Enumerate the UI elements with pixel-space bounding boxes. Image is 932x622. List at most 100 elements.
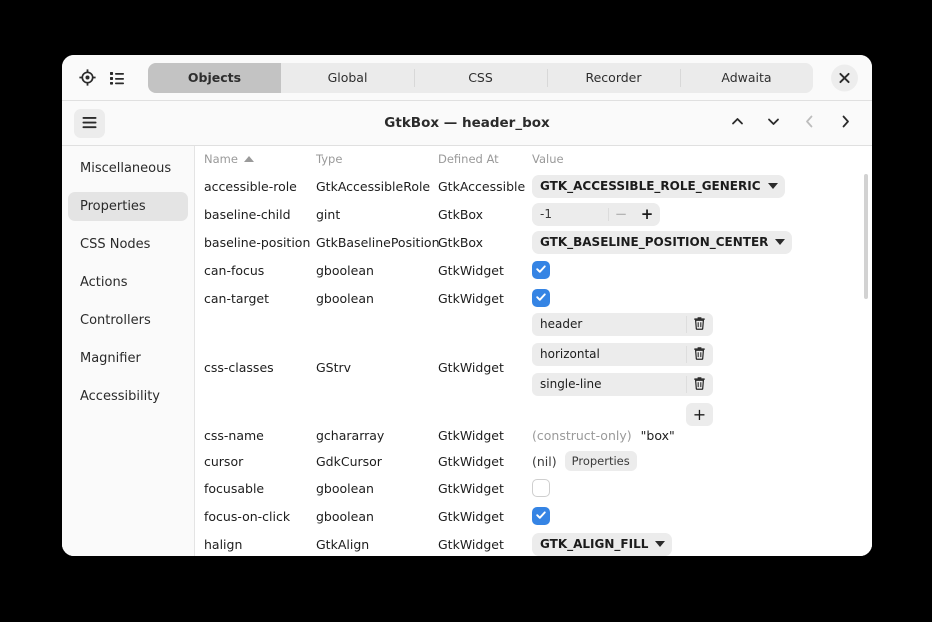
focus-on-click-checkbox[interactable] [532,507,550,525]
table-row[interactable]: css-name gchararray GtkWidget (construct… [195,422,872,448]
property-name: accessible-role [204,179,316,194]
property-defined-at: GtkBox [438,235,532,250]
spinbutton-value[interactable]: -1 [532,207,608,221]
tab-objects[interactable]: Objects [148,63,281,93]
css-class-entry[interactable]: header [532,313,713,336]
sidebar-item-label: Magnifier [80,351,141,366]
plus-icon: + [693,405,706,424]
top-header-bar: Objects Global CSS Recorder Adwaita [62,55,872,101]
column-header-value[interactable]: Value [532,152,872,166]
table-header-row: Name Type Defined At Value [195,146,872,172]
chevron-down-icon [655,541,665,547]
table-row[interactable]: focus-on-click gboolean GtkWidget [195,502,872,530]
css-class-entry[interactable]: single-line [532,373,713,396]
inspector-window: Objects Global CSS Recorder Adwaita [62,55,872,556]
close-icon [839,68,850,87]
vertical-scrollbar[interactable] [864,174,868,554]
sidebar-item-label: Controllers [80,313,151,328]
move-down-button[interactable] [758,108,788,138]
tab-recorder[interactable]: Recorder [547,63,680,93]
property-value: GTK_ALIGN_FILL [532,533,872,556]
property-value: header [532,309,872,426]
tab-adwaita-label: Adwaita [721,70,771,85]
column-header-type[interactable]: Type [316,152,438,166]
go-forward-button[interactable] [830,108,860,138]
sidebar-item-magnifier[interactable]: Magnifier [68,344,188,373]
property-type: GtkBaselinePosition [316,235,438,250]
delete-css-class-button[interactable] [686,373,713,396]
property-name: focusable [204,481,316,496]
sidebar-item-label: Actions [80,275,128,290]
property-type: gint [316,207,438,222]
hamburger-menu-icon [82,114,97,133]
chevron-up-icon [730,114,745,133]
spinbutton-increment[interactable]: + [634,203,660,226]
tab-objects-label: Objects [188,70,241,85]
sidebar-item-actions[interactable]: Actions [68,268,188,297]
css-class-input[interactable]: single-line [532,377,686,391]
cursor-properties-label: Properties [572,454,630,468]
table-row[interactable]: baseline-child gint GtkBox -1 − + [195,200,872,228]
property-name: focus-on-click [204,509,316,524]
table-row[interactable]: accessible-role GtkAccessibleRole GtkAcc… [195,172,872,200]
property-defined-at: GtkAccessible [438,179,532,194]
tab-adwaita[interactable]: Adwaita [680,63,813,93]
can-target-checkbox[interactable] [532,289,550,307]
go-back-button[interactable] [794,108,824,138]
add-css-class-button[interactable]: + [686,403,713,426]
menu-button[interactable] [74,109,105,138]
table-row[interactable]: can-focus gboolean GtkWidget [195,256,872,284]
tab-global[interactable]: Global [281,63,414,93]
scrollbar-thumb[interactable] [864,174,868,299]
table-row[interactable]: focusable gboolean GtkWidget [195,474,872,502]
object-list-button[interactable] [102,63,132,93]
table-row[interactable]: halign GtkAlign GtkWidget GTK_ALIGN_FILL [195,530,872,556]
sidebar-item-label: CSS Nodes [80,237,150,252]
property-name: css-classes [204,360,316,375]
halign-dropdown[interactable]: GTK_ALIGN_FILL [532,533,672,556]
properties-table: Name Type Defined At Value accessible-ro… [195,146,872,556]
property-type: gboolean [316,291,438,306]
delete-css-class-button[interactable] [686,343,713,366]
delete-css-class-button[interactable] [686,313,713,336]
property-type: gchararray [316,428,438,443]
css-class-input[interactable]: header [532,317,686,331]
tab-global-label: Global [328,70,368,85]
table-row[interactable]: css-classes GStrv GtkWidget header [195,312,872,422]
table-row[interactable]: cursor GdkCursor GtkWidget (nil) Propert… [195,448,872,474]
property-value [532,261,872,279]
spinbutton-decrement[interactable]: − [608,203,634,226]
sidebar-item-accessibility[interactable]: Accessibility [68,382,188,411]
column-header-value-label: Value [532,152,564,166]
accessible-role-dropdown[interactable]: GTK_ACCESSIBLE_ROLE_GENERIC [532,175,785,198]
css-class-input[interactable]: horizontal [532,347,686,361]
table-row[interactable]: baseline-position GtkBaselinePosition Gt… [195,228,872,256]
baseline-child-spinbutton[interactable]: -1 − + [532,203,660,226]
css-class-entry[interactable]: horizontal [532,343,713,366]
widget-picker-button[interactable] [72,63,102,93]
sidebar-item-properties[interactable]: Properties [68,192,188,221]
move-up-button[interactable] [722,108,752,138]
property-value: (construct-only) "box" [532,428,872,443]
sidebar-item-css-nodes[interactable]: CSS Nodes [68,230,188,259]
sidebar-item-label: Miscellaneous [80,161,171,176]
sidebar-item-label: Properties [80,199,146,214]
column-header-name[interactable]: Name [204,152,316,166]
minus-icon: − [615,205,628,223]
sidebar-item-miscellaneous[interactable]: Miscellaneous [68,154,188,183]
section-sidebar: Miscellaneous Properties CSS Nodes Actio… [62,146,195,556]
tab-css[interactable]: CSS [414,63,547,93]
view-tabs: Objects Global CSS Recorder Adwaita [148,63,813,93]
cursor-properties-button[interactable]: Properties [565,451,637,471]
focusable-checkbox[interactable] [532,479,550,497]
baseline-position-dropdown[interactable]: GTK_BASELINE_POSITION_CENTER [532,231,792,254]
dropdown-value: GTK_ACCESSIBLE_ROLE_GENERIC [540,179,761,193]
plus-icon: + [641,205,654,223]
close-button[interactable] [831,64,858,91]
trash-icon [693,316,706,333]
column-header-defined-at[interactable]: Defined At [438,152,532,166]
can-focus-checkbox[interactable] [532,261,550,279]
property-type: gboolean [316,481,438,496]
property-defined-at: GtkWidget [438,509,532,524]
sidebar-item-controllers[interactable]: Controllers [68,306,188,335]
